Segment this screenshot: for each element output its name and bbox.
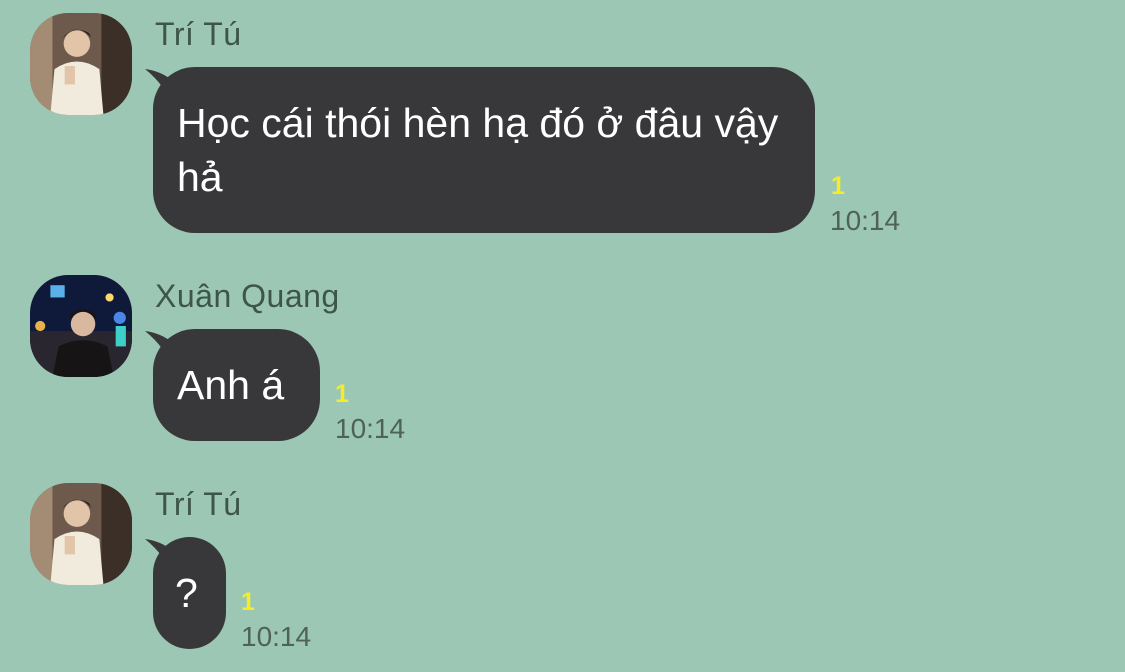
read-count: 1 [241, 588, 255, 616]
message-text: Anh á [177, 362, 285, 408]
read-count: 1 [335, 380, 349, 408]
sender-name: Xuân Quang [155, 278, 340, 314]
message-bubble[interactable]: Anh á [153, 329, 320, 441]
timestamp: 10:14 [830, 205, 901, 236]
message-bubble[interactable]: ? [153, 537, 226, 649]
read-count: 1 [831, 172, 845, 200]
person-photo-icon [30, 13, 132, 115]
chat-area[interactable]: Trí Tú Học cái thói hèn hạ đó ở đâu vậy … [0, 0, 1125, 672]
message-text: Học cái thói hèn hạ đó ở đâu vậy hả [177, 100, 779, 200]
message-text: ? [175, 570, 198, 616]
sender-name: Trí Tú [155, 486, 242, 522]
timestamp: 10:14 [241, 621, 312, 652]
person-photo-icon [30, 483, 132, 585]
avatar[interactable] [30, 275, 132, 377]
avatar[interactable] [30, 13, 132, 115]
sender-name: Trí Tú [155, 16, 242, 52]
message-bubble[interactable]: Học cái thói hèn hạ đó ở đâu vậy hả [153, 67, 815, 233]
avatar[interactable] [30, 483, 132, 585]
person-photo-icon [30, 275, 132, 377]
timestamp: 10:14 [335, 413, 406, 444]
